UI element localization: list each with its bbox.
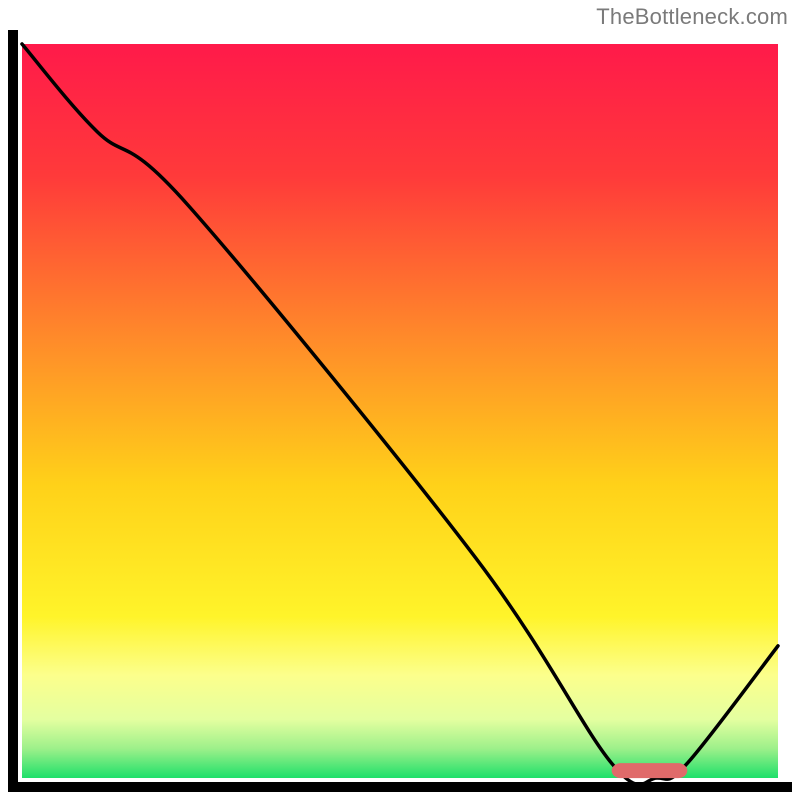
chart-container: TheBottleneck.com (0, 0, 800, 800)
bottleneck-chart (0, 0, 800, 800)
optimal-zone-marker (612, 763, 688, 778)
attribution-label: TheBottleneck.com (596, 4, 788, 30)
